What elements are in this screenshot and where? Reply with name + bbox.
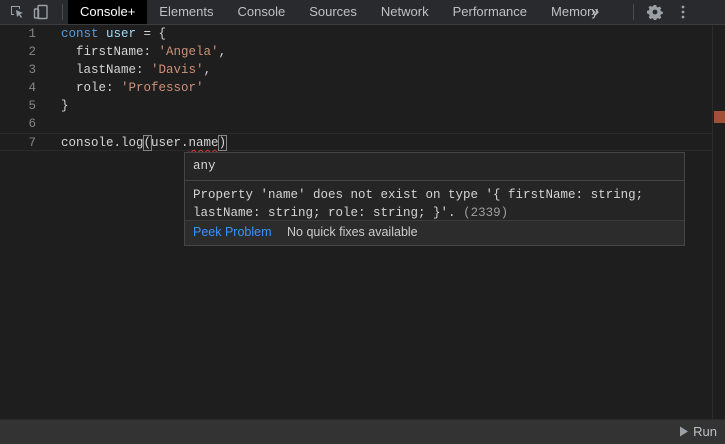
error-token[interactable]: name: [189, 136, 219, 150]
tab-performance[interactable]: Performance: [441, 0, 539, 24]
line-number: 2: [28, 45, 36, 59]
toolbar-divider: [633, 4, 634, 20]
run-button[interactable]: Run: [679, 424, 717, 439]
bottom-bar: Run: [0, 419, 725, 444]
editor-scrollbar[interactable]: [712, 25, 725, 419]
string-token: 'Davis': [151, 63, 204, 77]
peek-problem-link[interactable]: Peek Problem: [193, 225, 272, 239]
keyword-token: const: [61, 27, 99, 41]
error-ruler-marker: [714, 111, 725, 123]
inspect-element-icon[interactable]: [6, 0, 28, 24]
more-tabs-button[interactable]: »: [586, 0, 604, 24]
code-line: 6: [0, 115, 713, 133]
hover-divider: [185, 180, 684, 181]
variable-token: user: [106, 27, 137, 41]
code-text: = {: [136, 27, 167, 41]
error-message-text: Property 'name' does not exist on type '…: [193, 188, 644, 220]
device-toolbar-icon[interactable]: [30, 0, 52, 24]
string-token: 'Angela': [158, 45, 219, 59]
code-text: console.log: [61, 136, 144, 150]
tab-elements[interactable]: Elements: [147, 0, 225, 24]
line-number: 3: [28, 63, 36, 77]
error-hover-widget: any Property 'name' does not exist on ty…: [184, 152, 685, 246]
error-code: (2339): [463, 206, 509, 220]
gear-icon[interactable]: [644, 0, 666, 24]
bracket-match: ): [217, 135, 228, 151]
property-token: lastName: [76, 63, 137, 77]
code-line: 5 }: [0, 97, 713, 115]
tab-console-plus[interactable]: Console+: [68, 0, 148, 24]
code-line: 4 role: 'Professor': [0, 79, 713, 97]
tab-network[interactable]: Network: [369, 0, 441, 24]
code-line: 2 firstName: 'Angela',: [0, 43, 713, 61]
code-line: 1 const user = {: [0, 25, 713, 43]
line-number: 5: [28, 99, 36, 113]
more-vertical-icon[interactable]: [672, 0, 694, 24]
error-message: Property 'name' does not exist on type '…: [193, 186, 673, 222]
devtools-toolbar: Console+ Elements Console Sources Networ…: [0, 0, 725, 25]
panel-tabs: Console+ Elements Console Sources Networ…: [68, 0, 610, 24]
tab-sources[interactable]: Sources: [297, 0, 369, 24]
code-editor[interactable]: 1 const user = { 2 firstName: 'Angela', …: [0, 25, 725, 419]
play-icon: [680, 426, 689, 437]
code-text: }: [61, 99, 69, 113]
toolbar-divider: [62, 4, 63, 20]
code-line: 3 lastName: 'Davis',: [0, 61, 713, 79]
bracket-match: (: [142, 135, 152, 151]
string-token: 'Professor': [121, 81, 204, 95]
line-number: 7: [28, 136, 36, 150]
hover-actions-bar: Peek Problem No quick fixes available: [185, 220, 684, 245]
no-quick-fixes-text: No quick fixes available: [287, 225, 418, 239]
code-text: user.: [151, 136, 189, 150]
tab-console[interactable]: Console: [226, 0, 298, 24]
property-token: firstName: [76, 45, 144, 59]
line-number: 6: [28, 117, 36, 131]
line-number: 1: [28, 27, 36, 41]
run-label: Run: [693, 424, 717, 439]
line-number: 4: [28, 81, 36, 95]
property-token: role: [76, 81, 107, 95]
hover-type-info: any: [193, 159, 216, 173]
code-line-current: 7 console.log(user.name): [0, 133, 713, 151]
